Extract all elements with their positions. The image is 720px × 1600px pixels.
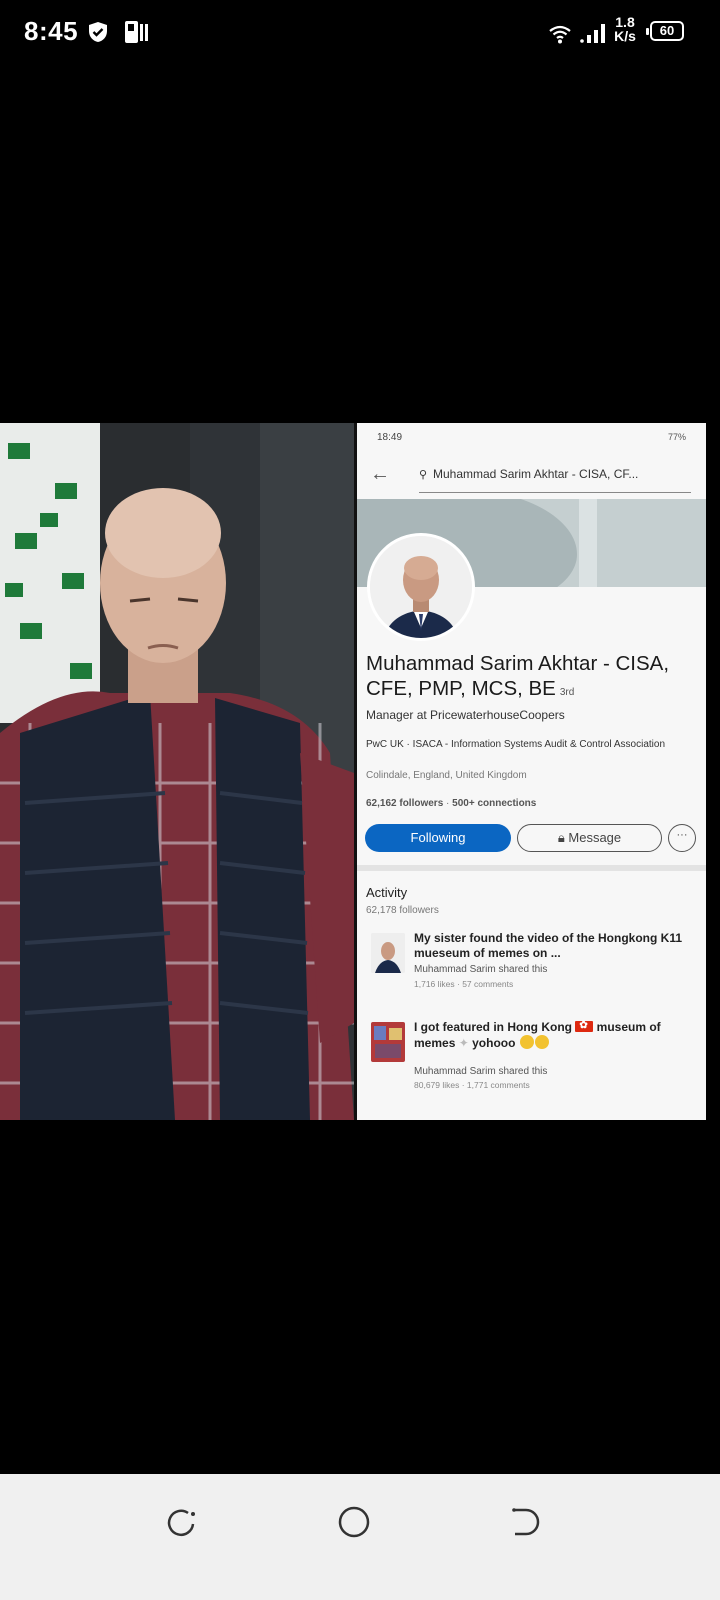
more-button: ··· [668, 824, 696, 852]
search-text: Muhammad Sarim Akhtar - CISA, CF... [433, 467, 639, 481]
navigation-bar [0, 1474, 720, 1600]
post-thumbnail [371, 933, 405, 973]
avatar [367, 533, 475, 641]
search-bar: ⚲ Muhammad Sarim Akhtar - CISA, CF... [419, 467, 691, 493]
post-shared: Muhammad Sarim shared this [414, 1066, 548, 1077]
post-title-part1: I got featured in Hong Kong [414, 1020, 572, 1034]
post-title: I got featured in Hong Kong museum of me… [414, 1018, 699, 1051]
hong-kong-flag-icon [575, 1018, 594, 1033]
status-time: 8:45 [24, 16, 79, 46]
sparkle-icon: ✦ [458, 1036, 469, 1050]
message-label: Message [568, 830, 622, 845]
post-stats: 80,679 likes · 1,771 comments [414, 1080, 530, 1090]
profile-name: Muhammad Sarim Akhtar - CISA, CFE, PMP, … [366, 651, 702, 705]
profile-headline: Manager at PricewaterhouseCoopers [366, 708, 565, 722]
post-shared: Muhammad Sarim shared this [414, 964, 548, 975]
status-bar: 8:45 1.8 K/s 60 [0, 0, 720, 66]
post-thumbnail [371, 1022, 405, 1062]
profile-name-text: Muhammad Sarim Akhtar - CISA, CFE, PMP, … [366, 652, 670, 700]
search-icon: ⚲ [419, 469, 428, 481]
man-photo [0, 423, 354, 1120]
recent-apps-icon[interactable] [162, 1502, 202, 1542]
section-divider [357, 865, 706, 871]
following-button: Following [365, 824, 511, 852]
smile-emoji-icon [519, 1035, 534, 1049]
message-button: 🔒︎ Message [517, 824, 662, 852]
profile-counts: 62,162 followers · 500+ connections [366, 798, 537, 809]
connection-degree: 3rd [559, 687, 575, 698]
profile-location: Colindale, England, United Kingdom [366, 770, 527, 781]
post-title: My sister found the video of the Hongkon… [414, 931, 683, 960]
wifi-icon [548, 24, 572, 49]
connections-count: 500+ connections [452, 798, 537, 809]
signal-icon [580, 22, 608, 49]
linkedin-time: 18:49 [377, 432, 403, 443]
activity-title: Activity [366, 885, 408, 900]
meme-image: 18:49 77% ← ⚲ Muhammad Sarim Akhtar - CI… [0, 423, 706, 1120]
back-arrow-icon: ← [370, 463, 390, 485]
net-speed-unit: K/s [614, 28, 636, 44]
activity-followers: 62,178 followers [366, 905, 439, 916]
pip-icon [124, 20, 150, 49]
post-title-part3: yohooo [472, 1036, 516, 1050]
battery-icon: 60 [646, 21, 684, 41]
lock-icon: 🔒︎ [557, 830, 569, 845]
smile-emoji-icon [534, 1035, 549, 1049]
profile-company: PwC UK · ISACA - Information Systems Aud… [366, 739, 666, 750]
net-speed: 1.8 K/s [612, 15, 638, 43]
linkedin-screenshot: 18:49 77% ← ⚲ Muhammad Sarim Akhtar - CI… [357, 423, 706, 1120]
linkedin-battery: 77% [667, 432, 686, 442]
shield-icon [86, 20, 110, 49]
back-icon[interactable] [506, 1502, 546, 1542]
home-icon[interactable] [334, 1502, 374, 1542]
post-stats: 1,716 likes · 57 comments [414, 979, 514, 989]
net-speed-value: 1.8 [615, 14, 635, 30]
followers-count: 62,162 followers [366, 798, 444, 809]
